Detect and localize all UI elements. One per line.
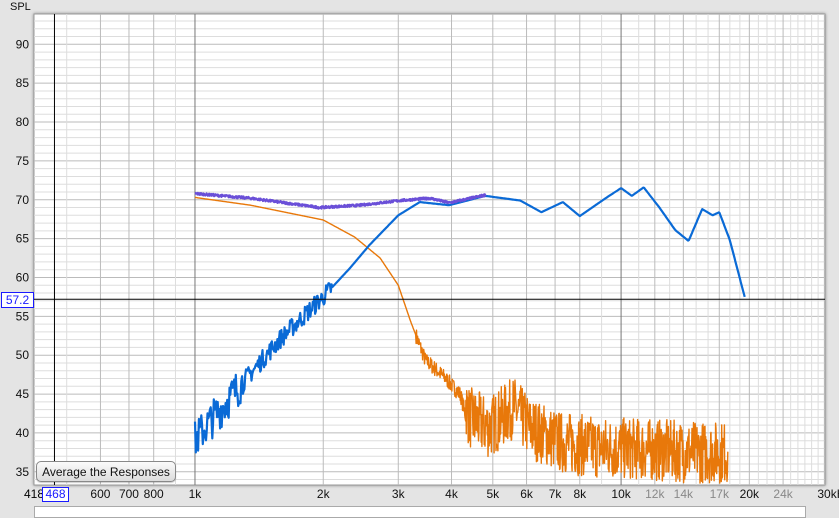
x-tick-label: 12k [645, 487, 665, 501]
y-axis-labels: 35 40 45 50 55 60 65 70 75 80 85 90 [16, 37, 30, 478]
x-tick-label: 1k [189, 487, 203, 501]
y-tick-label: 50 [16, 348, 30, 362]
x-tick-label: 5k [486, 487, 500, 501]
x-tick-label: 600 [90, 487, 110, 501]
y-axis-title: SPL [10, 1, 31, 13]
y-tick-label: 90 [16, 37, 30, 51]
average-responses-button[interactable]: Average the Responses [36, 461, 176, 482]
horizontal-scrollbar[interactable] [34, 506, 806, 518]
x-tick-label: 4k [445, 487, 459, 501]
x-tick-label: 800 [144, 487, 164, 501]
frequency-response-chart[interactable]: 35 40 45 50 55 60 65 70 75 80 85 90 600 700 800 1k 2k 3k… [0, 0, 839, 510]
y-tick-label: 75 [16, 154, 30, 168]
x-tick-label: 24k [773, 487, 793, 501]
cursor-x-readout: 468 [42, 487, 69, 502]
plot-area[interactable] [33, 13, 826, 486]
y-tick-label: 55 [16, 309, 30, 323]
y-tick-label: 70 [16, 193, 30, 207]
x-axis-labels: 600 700 800 1k 2k 3k 4k 5k 6k 7k 8k 10k 12k 14k 17k 20k… [90, 487, 839, 501]
cursor-y-readout: 57.2 [1, 292, 34, 308]
y-tick-label: 60 [16, 270, 30, 284]
x-tick-label: 20k [740, 487, 760, 501]
y-tick-label: 40 [16, 426, 30, 440]
x-tick-label: 8k [573, 487, 587, 501]
x-tick-label: 700 [119, 487, 139, 501]
x-tick-label: 30kHz [817, 487, 839, 501]
y-tick-label: 45 [16, 387, 30, 401]
x-tick-label: 3k [392, 487, 406, 501]
x-tick-label: 2k [317, 487, 331, 501]
y-tick-label: 65 [16, 232, 30, 246]
x-tick-label: 7k [549, 487, 563, 501]
y-tick-label: 85 [16, 76, 30, 90]
x-tick-label: 10k [611, 487, 631, 501]
y-tick-label: 35 [16, 465, 30, 479]
x-tick-label: 14k [674, 487, 694, 501]
x-tick-label: 17k [710, 487, 730, 501]
x-tick-label: 6k [520, 487, 534, 501]
y-tick-label: 80 [16, 115, 30, 129]
